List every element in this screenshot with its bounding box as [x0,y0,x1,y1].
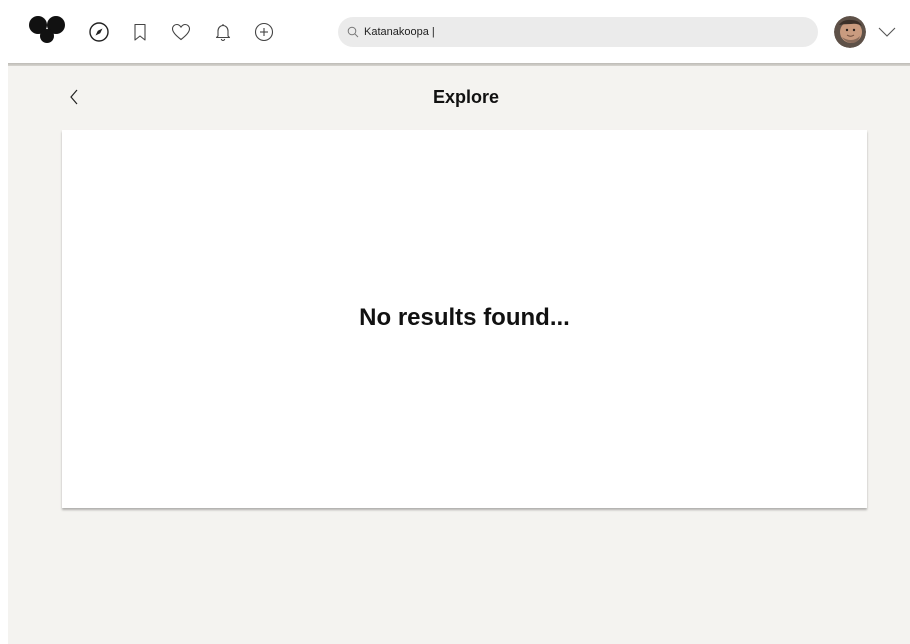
plus-circle-icon[interactable] [253,21,275,43]
results-card: No results found... [62,130,867,508]
empty-results-message: No results found... [359,304,570,331]
search-input[interactable] [364,26,804,38]
compass-icon[interactable] [88,21,110,43]
bookmark-icon[interactable] [129,21,151,43]
heart-icon[interactable] [170,21,192,43]
top-navigation-bar [0,0,910,64]
main-content: Explore No results found... [8,66,910,644]
bell-icon[interactable] [212,21,234,43]
search-bar[interactable] [338,17,818,47]
page-title: Explore [432,87,500,107]
avatar[interactable] [834,16,866,48]
search-icon [346,25,360,39]
app-logo-icon[interactable] [28,14,68,44]
chevron-down-icon[interactable] [877,24,897,40]
